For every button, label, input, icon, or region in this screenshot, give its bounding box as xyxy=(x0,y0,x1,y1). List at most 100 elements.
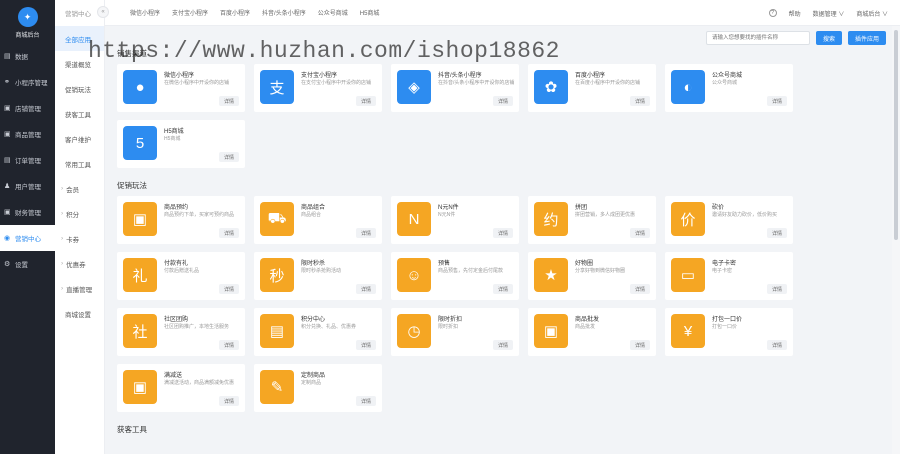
app-card[interactable]: ▣ 商品预约 商品预约下单，买家可预约商品 详情 xyxy=(117,196,245,244)
app-card[interactable]: ⛟ 商品组合 商品组合 详情 xyxy=(254,196,382,244)
app-card-desc: 打包一口价 xyxy=(712,324,738,330)
app-card[interactable]: 约 拼团 拼团营销，多人成团更优惠 详情 xyxy=(528,196,656,244)
detail-button[interactable]: 详情 xyxy=(629,340,650,350)
app-card[interactable]: 价 砍价 邀请好友助力砍价，低价购买 详情 xyxy=(665,196,793,244)
top-tab[interactable]: 微信小程序 xyxy=(130,8,160,17)
detail-button[interactable]: 详情 xyxy=(492,340,513,350)
detail-button[interactable]: 详情 xyxy=(355,228,376,238)
sub-nav-item[interactable]: › 会员 xyxy=(55,176,104,201)
nav-item-order[interactable]: ▤ 订单管理 xyxy=(0,147,55,173)
app-card[interactable]: ◷ 限时折扣 限时折扣 详情 xyxy=(391,308,519,356)
top-tab[interactable]: 公众号商城 xyxy=(318,8,348,17)
sub-nav-item[interactable]: 全部应用 xyxy=(55,26,104,51)
plugin-search-input[interactable] xyxy=(705,31,810,45)
app-card[interactable]: ☺ 预售 商品预售，先付定金后付尾款 详情 xyxy=(391,252,519,300)
nav-item-user[interactable]: ♟ 用户管理 xyxy=(0,173,55,199)
n-yuan-icon: N xyxy=(397,202,431,236)
app-card[interactable]: ✿ 百度小程序 在百度小程序中开设你的店铺 详情 xyxy=(528,64,656,112)
detail-button[interactable]: 详情 xyxy=(766,284,787,294)
main-sidebar: ✦ 商城后台 ▤ 数据 ⚭ 小程序管理 ▣ 店铺管理 ▣ 商品管理 ▤ 订单管理 ♟ 用户管理 ▣ 财务管… xyxy=(0,0,55,454)
card-key-icon: ▭ xyxy=(671,258,705,292)
detail-button[interactable]: 详情 xyxy=(218,228,239,238)
search-bar: 搜索 插件应用 xyxy=(705,31,886,45)
app-card[interactable]: 社 社区团购 社区团购推广，本地生活服务 详情 xyxy=(117,308,245,356)
data-management-menu[interactable]: 数据管理 ∨ xyxy=(813,9,845,18)
detail-button[interactable]: 详情 xyxy=(492,228,513,238)
sub-nav-label: 会员 xyxy=(66,186,80,194)
app-card[interactable]: 5 H5商城 H5商城 详情 xyxy=(117,120,245,168)
top-tab[interactable]: 支付宝小程序 xyxy=(172,8,208,17)
detail-button[interactable]: 详情 xyxy=(218,96,239,106)
nav-item-app[interactable]: ◉ 营销中心 xyxy=(0,225,55,251)
scrollbar[interactable] xyxy=(892,26,900,454)
sub-nav-label: 全部应用 xyxy=(65,36,91,44)
app-card[interactable]: ¥ 打包一口价 打包一口价 详情 xyxy=(665,308,793,356)
nav-item-settings[interactable]: ⚙ 设置 xyxy=(0,251,55,277)
detail-button[interactable]: 详情 xyxy=(766,340,787,350)
nav-item-finance[interactable]: ▣ 财务管理 xyxy=(0,199,55,225)
nav-item-link[interactable]: ⚭ 小程序管理 xyxy=(0,69,55,95)
detail-button[interactable]: 详情 xyxy=(492,96,513,106)
baidu-icon: ✿ xyxy=(534,70,568,104)
search-button[interactable]: 搜索 xyxy=(815,31,842,45)
sub-nav-item[interactable]: 客户维护 xyxy=(55,126,104,151)
app-card[interactable]: ◐ 公众号商城 公众号商城 详情 xyxy=(665,64,793,112)
sub-nav-item[interactable]: 渠道概览 xyxy=(55,51,104,76)
app-card[interactable]: ▣ 满减送 满减送活动，商品满额减免优惠 详情 xyxy=(117,364,245,412)
sub-nav-item[interactable]: 促销玩法 xyxy=(55,76,104,101)
sub-nav-item[interactable]: 获客工具 xyxy=(55,101,104,126)
bundle-price-icon: ¥ xyxy=(671,314,705,348)
app-card-name: 砍价 xyxy=(712,205,725,211)
sub-nav-label: 常用工具 xyxy=(65,161,91,169)
app-card[interactable]: ◈ 抖音/头条小程序 在抖音/头条小程序中开设你的店铺 详情 xyxy=(391,64,519,112)
detail-button[interactable]: 详情 xyxy=(355,396,376,406)
brand-name: 商城后台 xyxy=(15,33,40,39)
points-icon: ▤ xyxy=(260,314,294,348)
chevron-right-icon: › xyxy=(61,260,64,267)
detail-button[interactable]: 详情 xyxy=(629,284,650,294)
detail-button[interactable]: 详情 xyxy=(355,284,376,294)
app-card[interactable]: ▣ 商品批发 商品批发 详情 xyxy=(528,308,656,356)
nav-item-goods[interactable]: ▣ 商品管理 xyxy=(0,121,55,147)
detail-button[interactable]: 详情 xyxy=(629,228,650,238)
app-card[interactable]: 支 支付宝小程序 在支付宝小程序中开设你的店铺 详情 xyxy=(254,64,382,112)
app-card[interactable]: ★ 好物圈 分享好物到微信好物圈 详情 xyxy=(528,252,656,300)
scrollbar-thumb[interactable] xyxy=(894,30,898,240)
detail-button[interactable]: 详情 xyxy=(218,284,239,294)
admin-menu[interactable]: 商城后台 ∨ xyxy=(856,9,888,18)
top-tab[interactable]: H5商城 xyxy=(360,8,380,17)
detail-button[interactable]: 详情 xyxy=(766,96,787,106)
sub-nav-item[interactable]: › 卡券 xyxy=(55,226,104,251)
collapse-icon[interactable]: « xyxy=(97,6,109,18)
app-card[interactable]: ▤ 积分中心 积分兑换、礼品、优惠券 详情 xyxy=(254,308,382,356)
detail-button[interactable]: 详情 xyxy=(355,96,376,106)
detail-button[interactable]: 详情 xyxy=(766,228,787,238)
sub-nav-item[interactable]: 商城设置 xyxy=(55,301,104,326)
top-tab[interactable]: 百度小程序 xyxy=(220,8,250,17)
nav-item-label: 财务管理 xyxy=(15,210,41,217)
help-link[interactable]: 帮助 xyxy=(789,9,801,18)
sub-nav-item[interactable]: › 优惠券 xyxy=(55,251,104,276)
app-card-desc: 商品预售，先付定金后付尾款 xyxy=(438,268,504,274)
nav-item-shop[interactable]: ▣ 店铺管理 xyxy=(0,95,55,121)
help-icon[interactable]: ? xyxy=(768,9,777,17)
app-card[interactable]: ▭ 电子卡密 电子卡密 详情 xyxy=(665,252,793,300)
create-plugin-button[interactable]: 插件应用 xyxy=(847,31,886,45)
detail-button[interactable]: 详情 xyxy=(218,152,239,162)
app-card[interactable]: ● 微信小程序 在微信小程序中开设你的店铺 详情 xyxy=(117,64,245,112)
app-card[interactable]: 秒 限时秒杀 限时秒杀抢购活动 详情 xyxy=(254,252,382,300)
detail-button[interactable]: 详情 xyxy=(629,96,650,106)
app-card[interactable]: ✎ 定制商品 定制商品 详情 xyxy=(254,364,382,412)
app-card[interactable]: N N元N件 N元N件 详情 xyxy=(391,196,519,244)
nav-item-chart[interactable]: ▤ 数据 xyxy=(0,43,55,69)
sub-nav-item[interactable]: › 积分 xyxy=(55,201,104,226)
sub-nav-item[interactable]: › 直播管理 xyxy=(55,276,104,301)
detail-button[interactable]: 详情 xyxy=(218,340,239,350)
detail-button[interactable]: 详情 xyxy=(492,284,513,294)
top-tab[interactable]: 抖音/头条小程序 xyxy=(262,8,306,17)
sub-nav-item[interactable]: 常用工具 xyxy=(55,151,104,176)
detail-button[interactable]: 详情 xyxy=(355,340,376,350)
app-card-name: 百度小程序 xyxy=(575,73,606,79)
app-card[interactable]: 礼 付款有礼 付款后赠送礼品 详情 xyxy=(117,252,245,300)
detail-button[interactable]: 详情 xyxy=(218,396,239,406)
